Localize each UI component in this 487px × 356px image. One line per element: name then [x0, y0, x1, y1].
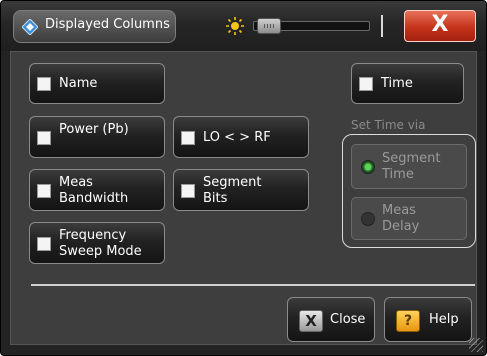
close-button-label: Close — [330, 312, 366, 327]
meas-delay-label: Meas Delay — [382, 203, 420, 234]
segment-time-radio-button[interactable]: Segment Time — [351, 144, 467, 189]
name-checkbox[interactable] — [37, 77, 51, 91]
meas-bandwidth-column-button[interactable]: Meas Bandwidth — [29, 169, 165, 211]
title-bar[interactable]: Displayed Columns X — [1, 1, 486, 51]
meas-delay-radio[interactable] — [361, 212, 375, 226]
title-divider — [381, 15, 383, 37]
name-column-button[interactable]: Name — [29, 63, 165, 104]
frequency-sweep-mode-checkbox[interactable] — [37, 237, 51, 251]
segment-bits-checkbox[interactable] — [181, 184, 195, 198]
brightness-slider-thumb[interactable] — [257, 18, 281, 34]
displayed-columns-dialog: Displayed Columns X Name Power (Pb) Meas… — [0, 0, 487, 356]
segment-bits-label: Segment Bits — [203, 175, 262, 206]
help-button[interactable]: ? Help — [384, 297, 472, 342]
lo-rf-checkbox[interactable] — [181, 131, 195, 145]
meas-delay-radio-button[interactable]: Meas Delay — [351, 197, 467, 240]
close-icon: X — [299, 310, 323, 332]
meas-bandwidth-label: Meas Bandwidth — [59, 175, 129, 206]
segment-time-radio[interactable] — [361, 160, 375, 174]
power-checkbox[interactable] — [37, 131, 51, 145]
time-column-button[interactable]: Time — [351, 63, 464, 104]
power-label: Power (Pb) — [59, 122, 129, 137]
resize-grip[interactable] — [469, 338, 483, 352]
name-label: Name — [59, 76, 98, 91]
footer-divider — [31, 284, 475, 286]
frequency-sweep-mode-label: Frequency Sweep Mode — [59, 228, 142, 259]
window-title: Displayed Columns — [45, 17, 170, 32]
lo-rf-column-button[interactable]: LO < > RF — [173, 116, 309, 158]
diamond-app-icon — [22, 19, 38, 35]
time-label: Time — [381, 76, 413, 91]
window-close-button[interactable]: X — [404, 10, 476, 42]
set-time-via-label: Set Time via — [351, 118, 426, 132]
time-checkbox[interactable] — [359, 77, 373, 91]
segment-bits-column-button[interactable]: Segment Bits — [173, 169, 309, 211]
close-icon-glyph: X — [305, 312, 317, 330]
help-icon-glyph: ? — [403, 313, 413, 329]
power-column-button[interactable]: Power (Pb) — [29, 116, 165, 158]
help-button-label: Help — [429, 312, 459, 327]
segment-time-label: Segment Time — [382, 151, 441, 182]
close-button[interactable]: X Close — [287, 297, 375, 342]
close-icon: X — [431, 12, 449, 37]
help-icon: ? — [396, 310, 420, 332]
meas-bandwidth-checkbox[interactable] — [37, 184, 51, 198]
sun-icon — [226, 17, 244, 35]
frequency-sweep-mode-column-button[interactable]: Frequency Sweep Mode — [29, 222, 165, 264]
lo-rf-label: LO < > RF — [203, 130, 271, 145]
